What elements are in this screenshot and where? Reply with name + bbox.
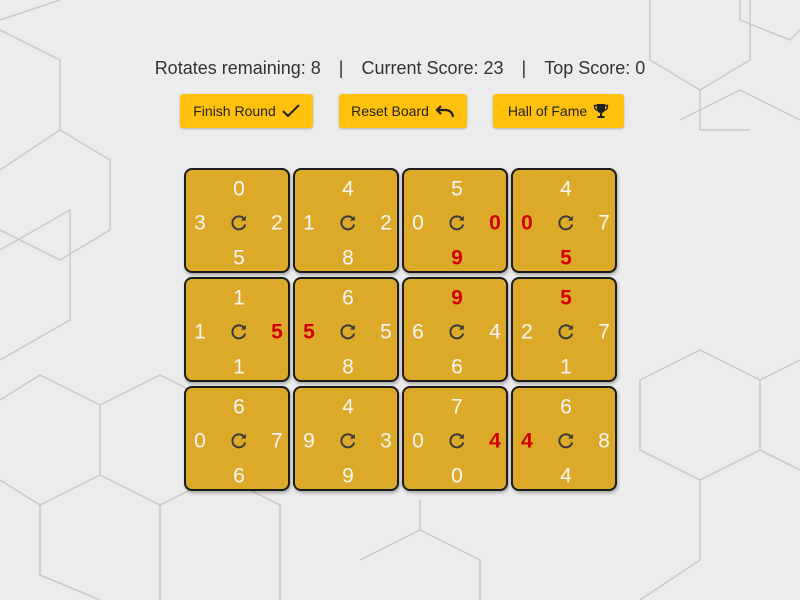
current-score: Current Score: 23 [361,58,504,78]
rotate-icon[interactable] [448,214,466,232]
rotate-icon[interactable] [448,432,466,450]
game-board: 0325412850094075115165589646527160764939… [184,168,620,495]
tile-top-number: 6 [560,395,572,419]
tile-right-number: 7 [598,320,610,344]
undo-icon [435,104,455,118]
tile-right-number: 5 [271,320,283,344]
tile-left-number: 0 [412,211,424,235]
tile-left-number: 0 [194,429,206,453]
tile-bottom-number: 5 [233,246,245,270]
rotate-icon[interactable] [339,323,357,341]
tile-right-number: 5 [380,320,392,344]
rotate-icon[interactable] [339,214,357,232]
rotate-icon[interactable] [448,323,466,341]
top-score: Top Score: 0 [544,58,646,78]
tile-bottom-number: 4 [560,464,572,488]
tile-bottom-number: 6 [233,464,245,488]
finish-round-label: Finish Round [193,103,276,119]
tile-bottom-number: 9 [451,246,463,270]
tile-left-number: 9 [303,429,315,453]
tile: 4 0 7 5 [511,168,617,273]
tile-bottom-number: 9 [342,464,354,488]
tile: 6 4 8 4 [511,386,617,491]
tile: 4 9 3 9 [293,386,399,491]
reset-board-button[interactable]: Reset Board [339,94,467,128]
tile-top-number: 5 [560,286,572,310]
tile-top-number: 7 [451,395,463,419]
tile: 7 0 4 0 [402,386,508,491]
tile-bottom-number: 1 [560,355,572,379]
tile: 5 0 0 9 [402,168,508,273]
finish-round-button[interactable]: Finish Round [180,94,313,128]
tile-right-number: 7 [271,429,283,453]
tile-top-number: 6 [342,286,354,310]
tile-left-number: 1 [303,211,315,235]
tile-right-number: 4 [489,320,501,344]
tile-top-number: 1 [233,286,245,310]
rotate-icon[interactable] [557,214,575,232]
tile-right-number: 3 [380,429,392,453]
tile-bottom-number: 8 [342,355,354,379]
tile-left-number: 5 [303,320,315,344]
tile-top-number: 4 [342,395,354,419]
tile-right-number: 2 [380,211,392,235]
tile: 6 0 7 6 [184,386,290,491]
tile-top-number: 0 [233,177,245,201]
tile-left-number: 0 [412,429,424,453]
tile-top-number: 9 [451,286,463,310]
tile-bottom-number: 1 [233,355,245,379]
rotate-icon[interactable] [230,432,248,450]
rotates-remaining: Rotates remaining: 8 [154,58,321,78]
tile-bottom-number: 0 [451,464,463,488]
tile-left-number: 6 [412,320,424,344]
stats-separator: | [338,58,344,78]
tile-right-number: 2 [271,211,283,235]
tile: 9 6 4 6 [402,277,508,382]
rotate-icon[interactable] [230,323,248,341]
rotate-icon[interactable] [557,432,575,450]
tile: 1 1 5 1 [184,277,290,382]
tile-left-number: 0 [521,211,533,235]
rotate-icon[interactable] [557,323,575,341]
tile-bottom-number: 8 [342,246,354,270]
tile: 5 2 7 1 [511,277,617,382]
tile-top-number: 5 [451,177,463,201]
tile-top-number: 4 [342,177,354,201]
tile-right-number: 8 [598,429,610,453]
tile-left-number: 2 [521,320,533,344]
tile-top-number: 4 [560,177,572,201]
tile-bottom-number: 6 [451,355,463,379]
rotate-icon[interactable] [230,214,248,232]
hall-of-fame-button[interactable]: Hall of Fame [493,94,624,128]
trophy-icon [593,103,609,119]
stats-separator: | [521,58,527,78]
tile-bottom-number: 5 [560,246,572,270]
tile-right-number: 7 [598,211,610,235]
checkmark-icon [282,104,300,118]
tile-right-number: 4 [489,429,501,453]
tile: 0 3 2 5 [184,168,290,273]
tile-right-number: 0 [489,211,501,235]
tile: 4 1 2 8 [293,168,399,273]
reset-board-label: Reset Board [351,103,429,119]
rotate-icon[interactable] [339,432,357,450]
tile-left-number: 4 [521,429,533,453]
tile-left-number: 1 [194,320,206,344]
tile: 6 5 5 8 [293,277,399,382]
tile-left-number: 3 [194,211,206,235]
stats-bar: Rotates remaining: 8 | Current Score: 23 | T… [0,58,800,79]
hall-of-fame-label: Hall of Fame [507,103,588,119]
tile-top-number: 6 [233,395,245,419]
